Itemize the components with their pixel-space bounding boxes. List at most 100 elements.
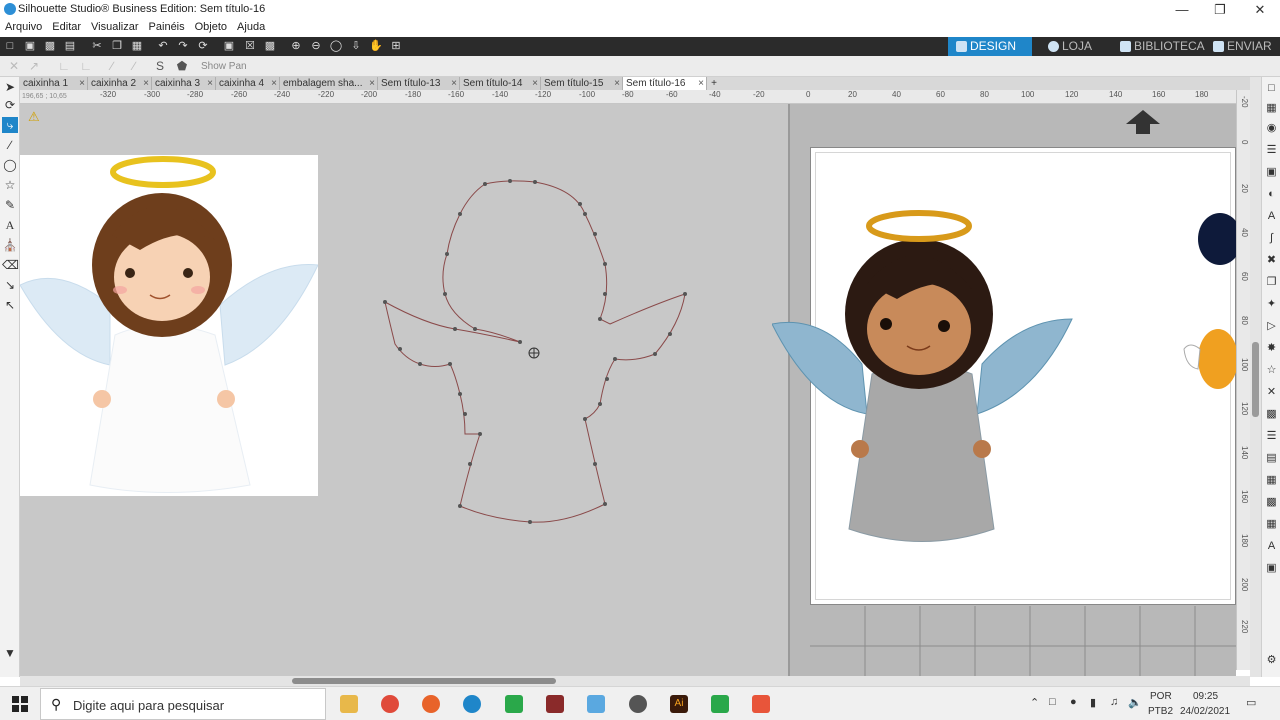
eyedropper-icon[interactable]: ↖ [2, 297, 18, 313]
ungroup-icon[interactable]: ☒ [243, 39, 257, 53]
scan-icon[interactable]: ▣ [1264, 561, 1279, 576]
zoom-out-icon[interactable]: ⊖ [309, 39, 323, 53]
horizontal-scrollbar[interactable] [20, 676, 1250, 686]
delete-point-icon[interactable]: ✕ [6, 59, 22, 73]
gradient-icon[interactable]: ◐ [1264, 187, 1279, 202]
offset-icon[interactable]: ▷ [1264, 319, 1279, 334]
menu-ajuda[interactable]: Ajuda [232, 19, 270, 33]
firefox-icon[interactable] [422, 695, 440, 713]
battery-icon[interactable]: ▮ [1090, 696, 1096, 709]
trace-icon[interactable]: ✸ [1264, 341, 1279, 356]
close-tab-icon[interactable]: × [532, 77, 538, 90]
horizontal-scroll-thumb[interactable] [292, 678, 556, 684]
design-canvas[interactable]: ⚠ [20, 104, 1236, 676]
doc-tab[interactable]: caixinha 2 × [88, 77, 152, 90]
page-setup-icon[interactable]: □ [1264, 81, 1279, 96]
mickey-figure-partial[interactable] [1180, 209, 1236, 409]
point-edit-icon[interactable]: ⤷ [2, 117, 18, 133]
color-palette-icon[interactable]: ◉ [1264, 121, 1279, 136]
vertical-scroll-thumb[interactable] [1252, 342, 1259, 417]
ellipse-icon[interactable]: ◯ [2, 157, 18, 173]
replicate-icon[interactable]: ❐ [1264, 275, 1279, 290]
notifications-icon[interactable]: ▭ [1246, 696, 1256, 709]
transform-icon[interactable]: ✖ [1264, 253, 1279, 268]
zoom-in-icon[interactable]: ⊕ [289, 39, 303, 53]
wifi-icon[interactable]: ♫ [1110, 696, 1118, 708]
line-style-icon[interactable]: ☰ [1264, 143, 1279, 158]
undo-icon[interactable]: ↶ [156, 39, 170, 53]
doc-tab[interactable]: caixinha 1 × [20, 77, 88, 90]
text-path-icon[interactable]: ∫ [1264, 231, 1279, 246]
knife-icon[interactable]: ↘ [2, 277, 18, 293]
pencil-icon[interactable]: ✎ [2, 197, 18, 213]
text-panel-icon[interactable]: A [1264, 209, 1279, 224]
tray-device-icon[interactable]: □ [1049, 696, 1056, 708]
input-language-bottom[interactable]: PTB2 [1148, 706, 1173, 717]
settings-gear-icon[interactable]: ⚙ [1264, 653, 1279, 668]
menu-arquivo[interactable]: Arquivo [0, 19, 47, 33]
file-explorer-icon[interactable] [340, 695, 358, 713]
nesting-icon[interactable]: ▦ [1264, 473, 1279, 488]
curve-segment-icon[interactable]: ∕ [126, 59, 142, 73]
copy-icon[interactable]: ❐ [110, 39, 124, 53]
doc-tab[interactable]: embalagem sha... × [280, 77, 378, 90]
tab-enviar[interactable]: ENVIAR [1205, 37, 1280, 56]
menu-visualizar[interactable]: Visualizar [86, 19, 144, 33]
menu-paineis[interactable]: Painéis [144, 19, 190, 33]
tab-loja[interactable]: LOJA [1040, 37, 1104, 56]
pan-hand-icon[interactable]: ✋ [369, 39, 383, 53]
eraser-icon[interactable]: ⌫ [2, 257, 19, 273]
silhouette-studio-icon[interactable] [463, 695, 481, 713]
doc-tab-active[interactable]: Sem título-16 × [623, 77, 707, 90]
remote-desktop-icon[interactable] [587, 695, 605, 713]
doc-tab[interactable]: Sem título-14 × [460, 77, 541, 90]
print-cut-icon[interactable]: ▤ [1264, 451, 1279, 466]
smooth-icon[interactable]: S [152, 59, 168, 73]
corel-vector-icon[interactable] [752, 695, 770, 713]
new-file-icon[interactable]: □ [3, 39, 17, 53]
tile-icon[interactable]: ▩ [1264, 495, 1279, 510]
settings-icon[interactable] [629, 695, 647, 713]
tray-up-arrow-icon[interactable]: ⌃ [1030, 696, 1039, 709]
close-tab-icon[interactable]: × [79, 77, 85, 90]
select-all-icon[interactable]: ▩ [263, 39, 277, 53]
select-arrow-icon[interactable]: ➤ [2, 79, 18, 95]
corel-icon[interactable] [505, 695, 523, 713]
corner-point-icon[interactable]: ∟ [56, 59, 72, 73]
menu-objeto[interactable]: Objeto [190, 19, 232, 33]
add-page-icon[interactable]: ⊞ [389, 39, 403, 53]
font-icon[interactable]: A [1264, 539, 1279, 554]
vertical-scrollbar[interactable] [1250, 77, 1261, 677]
show-pan-label[interactable]: Show Pan [201, 61, 247, 72]
lasso-select-icon[interactable]: ⟳ [2, 97, 18, 113]
menu-editar[interactable]: Editar [47, 19, 86, 33]
close-tab-icon[interactable]: × [614, 77, 620, 90]
tab-biblioteca[interactable]: BIBLIOTECA [1112, 37, 1205, 56]
grid-icon[interactable]: ▦ [1264, 517, 1279, 532]
zoom-fit-icon[interactable]: ◯ [329, 39, 343, 53]
corel-draw-icon[interactable] [711, 695, 729, 713]
text-tool-icon[interactable]: A [2, 217, 18, 233]
microphone-icon[interactable]: ● [1070, 696, 1077, 708]
line-segment-icon[interactable]: ∕ [104, 59, 120, 73]
smooth-point-icon[interactable]: ∟ [78, 59, 94, 73]
save-icon[interactable]: ▩ [43, 39, 57, 53]
close-tab-icon[interactable]: × [451, 77, 457, 90]
knife-panel-icon[interactable]: ✕ [1264, 385, 1279, 400]
fill-panel-icon[interactable]: ▣ [1264, 165, 1279, 180]
refresh-icon[interactable]: ⟳ [196, 39, 210, 53]
close-tab-icon[interactable]: × [271, 77, 277, 90]
illustrator-icon[interactable]: Ai [670, 695, 688, 713]
paste-icon[interactable]: ▦ [130, 39, 144, 53]
angel-image-right[interactable] [772, 204, 1077, 549]
close-tab-icon[interactable]: × [698, 77, 704, 90]
clock-date[interactable]: 24/02/2021 [1180, 706, 1230, 717]
sketch-icon[interactable]: ☰ [1264, 429, 1279, 444]
close-tab-icon[interactable]: × [143, 77, 149, 90]
modify-icon[interactable]: ✦ [1264, 297, 1279, 312]
rhinestone-icon[interactable]: ☆ [1264, 363, 1279, 378]
close-tab-icon[interactable]: × [369, 77, 375, 90]
group-icon[interactable]: ▣ [222, 39, 236, 53]
doc-tab[interactable]: caixinha 3 × [152, 77, 216, 90]
restore-button[interactable]: ❐ [1200, 0, 1240, 19]
